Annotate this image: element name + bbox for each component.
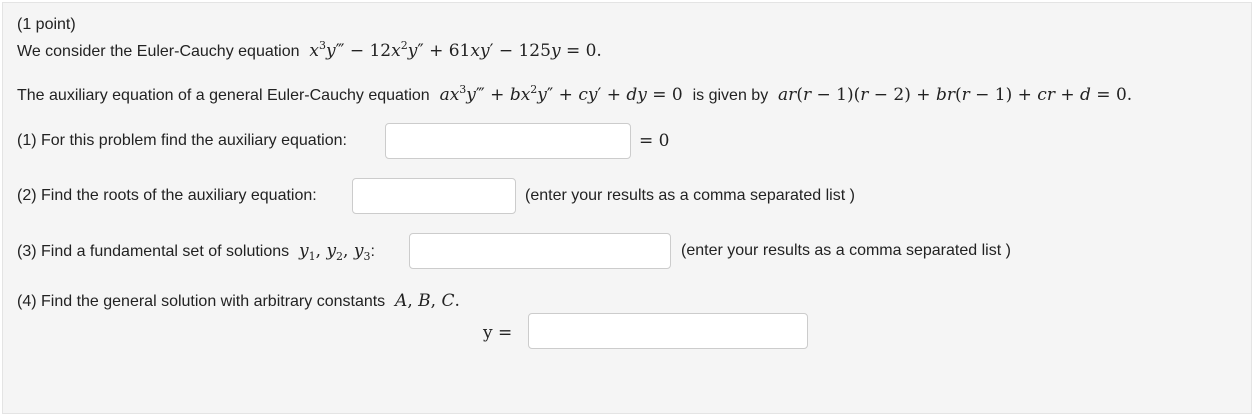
y-equals-label: y = <box>483 323 513 343</box>
equals-zero: = 0 <box>639 131 670 151</box>
part3-label-line: (3) Find a fundamental set of solutions … <box>17 241 375 263</box>
constants-symbols: A, B, C. <box>395 291 460 311</box>
auxiliary-description: The auxiliary equation of a general Eule… <box>17 83 1133 106</box>
fundamental-set-input[interactable] <box>409 233 671 269</box>
general-solution-input[interactable] <box>528 313 808 349</box>
aux-text-2: is given by <box>692 87 769 104</box>
problem-panel: (1 point) We consider the Euler-Cauchy e… <box>2 2 1252 414</box>
aux-text-1: The auxiliary equation of a general Eule… <box>17 87 430 104</box>
general-auxiliary-equation: ar(r − 1)(r − 2) + br(r − 1) + cr + d = … <box>778 85 1133 105</box>
auxiliary-equation-input[interactable] <box>385 123 631 159</box>
solution-symbols: y1, y2, y3 <box>299 241 371 263</box>
roots-note: (enter your results as a comma separated… <box>525 187 855 204</box>
given-equation: x3y‴ − 12x2y″ + 61xy′ − 125y = 0. <box>309 39 602 61</box>
part4-label-line: (4) Find the general solution with arbit… <box>17 291 460 312</box>
part2-label: (2) Find the roots of the auxiliary equa… <box>17 187 317 204</box>
general-equation: ax3y‴ + bx2y″ + cy′ + dy = 0 <box>439 83 689 105</box>
points-label: (1 point) <box>17 16 76 33</box>
part3-label: (3) Find a fundamental set of solutions <box>17 243 290 260</box>
fundamental-set-note: (enter your results as a comma separated… <box>681 242 1011 259</box>
roots-input[interactable] <box>352 178 516 214</box>
problem-statement: We consider the Euler-Cauchy equation x3… <box>17 39 602 62</box>
intro-text: We consider the Euler-Cauchy equation <box>17 43 300 60</box>
part4-label: (4) Find the general solution with arbit… <box>17 293 386 310</box>
part1-label: (1) For this problem find the auxiliary … <box>17 132 347 149</box>
